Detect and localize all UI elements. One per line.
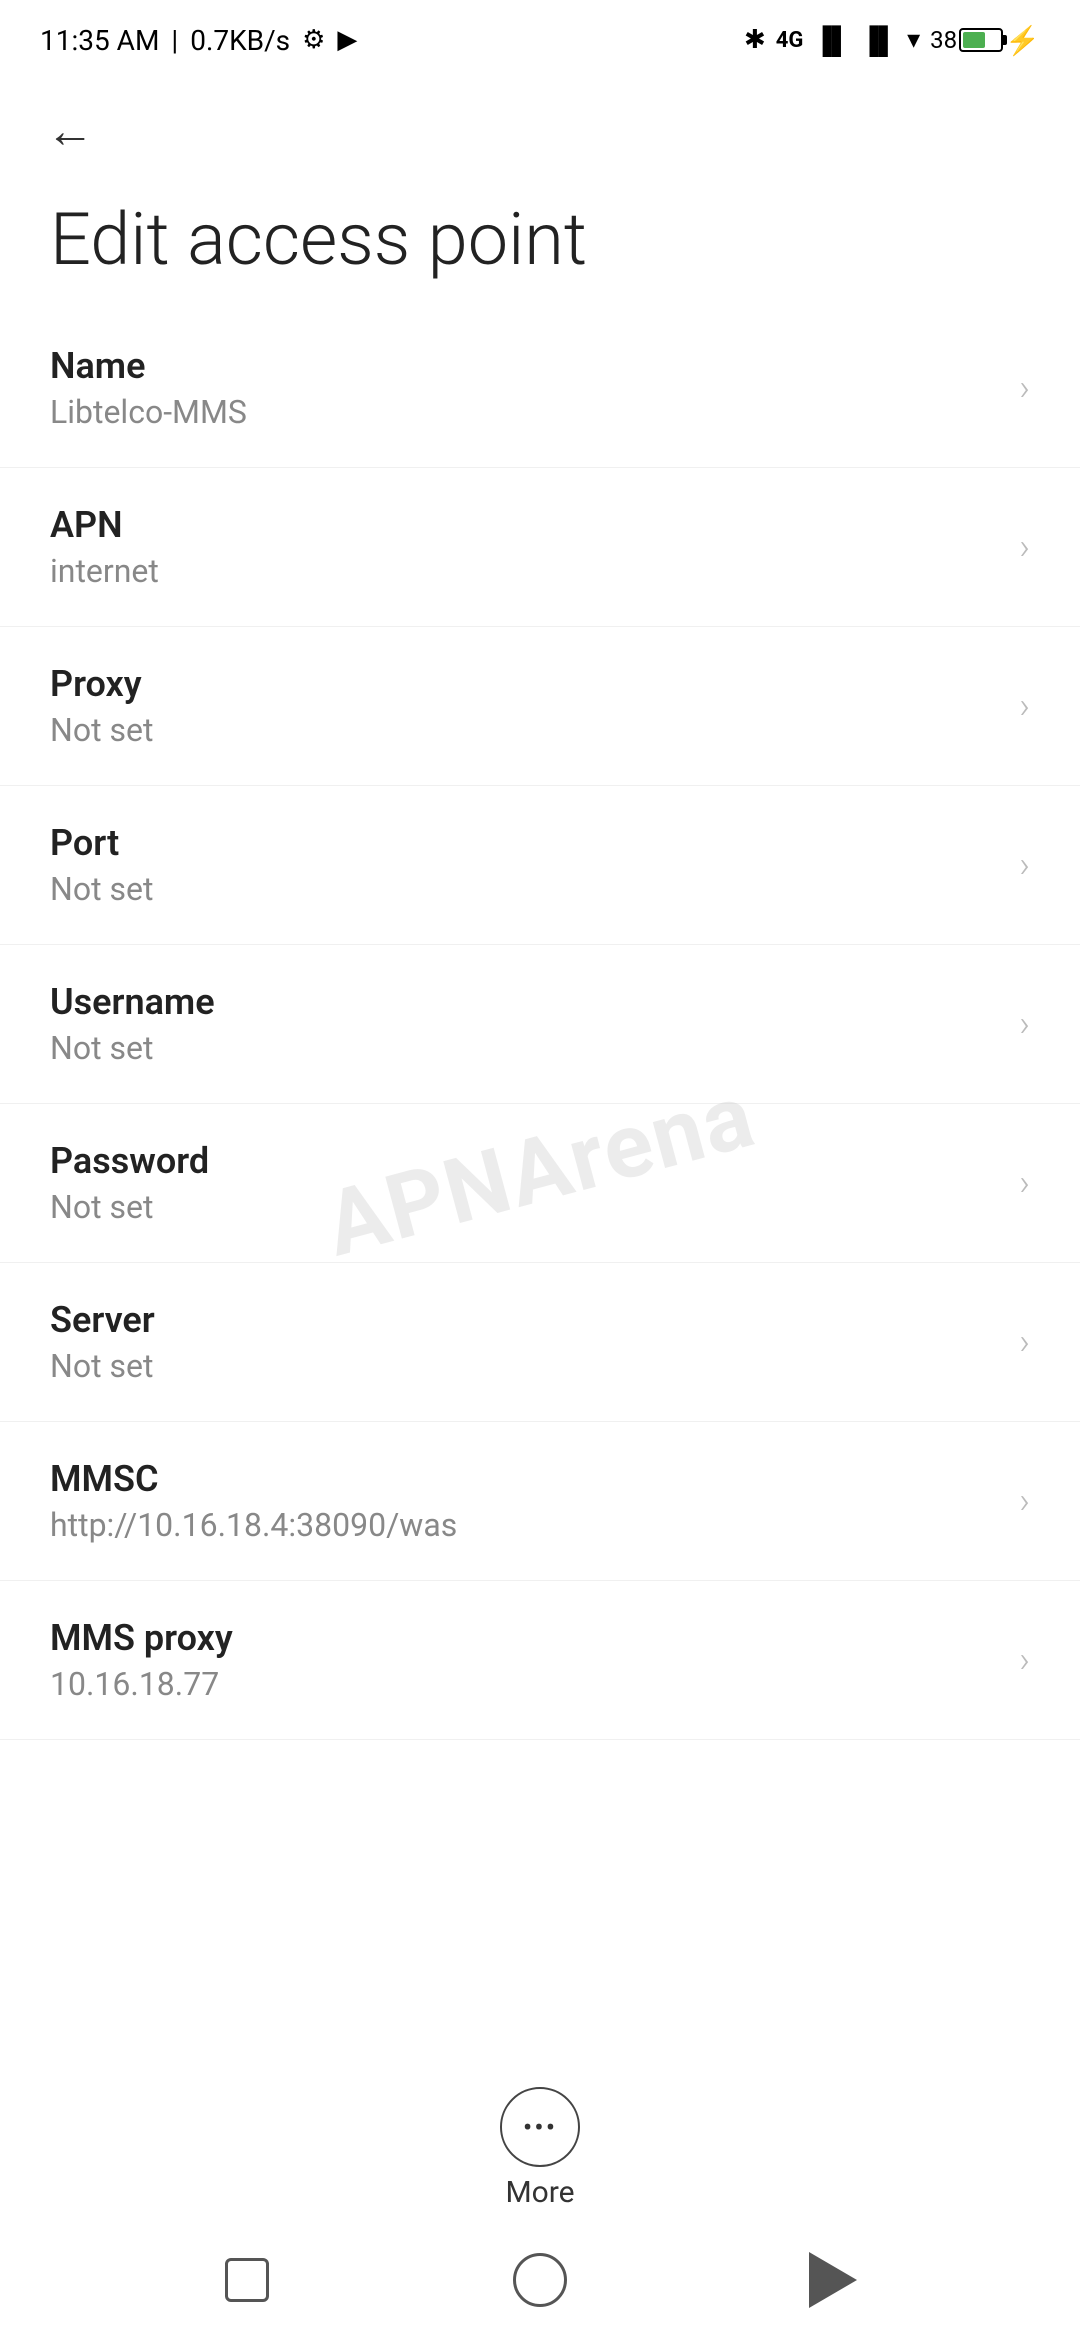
settings-item-value: Not set (50, 1029, 1019, 1067)
back-arrow-icon: ← (46, 102, 94, 159)
chevron-right-icon: › (1019, 844, 1030, 886)
nav-home-button[interactable] (500, 2240, 580, 2320)
settings-item-mmsc[interactable]: MMSC http://10.16.18.4:38090/was› (0, 1422, 1080, 1581)
settings-item-password[interactable]: Password Not set› (0, 1104, 1080, 1263)
settings-item-value: 10.16.18.77 (50, 1665, 1019, 1703)
settings-item-label: Proxy (50, 663, 1019, 705)
signal-4g-icon: 4G (776, 28, 804, 53)
nav-bar (0, 2220, 1080, 2340)
settings-item-label: Name (50, 345, 1019, 387)
settings-item-label: Password (50, 1140, 1019, 1182)
more-circle-icon: ••• (500, 2087, 580, 2167)
settings-item-port[interactable]: Port Not set› (0, 786, 1080, 945)
settings-item-content: APN internet (50, 504, 1019, 590)
status-left: 11:35 AM | 0.7KB/s ⚙ ▶ (40, 24, 357, 57)
settings-item-content: Name Libtelco-MMS (50, 345, 1019, 431)
chevron-right-icon: › (1019, 1162, 1030, 1204)
chevron-right-icon: › (1019, 367, 1030, 409)
chevron-right-icon: › (1019, 1639, 1030, 1681)
chevron-right-icon: › (1019, 1480, 1030, 1522)
settings-item-apn[interactable]: APN internet› (0, 468, 1080, 627)
settings-item-label: Server (50, 1299, 1019, 1341)
settings-item-content: Proxy Not set (50, 663, 1019, 749)
status-time: 11:35 AM (40, 24, 159, 57)
settings-item-content: Server Not set (50, 1299, 1019, 1385)
settings-item-content: MMSC http://10.16.18.4:38090/was (50, 1458, 1019, 1544)
back-icon (809, 2252, 857, 2308)
settings-item-content: MMS proxy 10.16.18.77 (50, 1617, 1019, 1703)
settings-item-value: Not set (50, 711, 1019, 749)
signal-bars-icon: ▐▌ (813, 25, 850, 56)
chevron-right-icon: › (1019, 685, 1030, 727)
settings-item-value: Not set (50, 1188, 1019, 1226)
settings-item-value: Not set (50, 870, 1019, 908)
settings-list: NameLibtelco-MMS›APNinternet›ProxyNot se… (0, 309, 1080, 1740)
settings-item-label: MMS proxy (50, 1617, 1019, 1659)
status-bar: 11:35 AM | 0.7KB/s ⚙ ▶ ✱ 4G ▐▌ ▐▌ ▾ 38 ⚡ (0, 0, 1080, 80)
settings-item-proxy[interactable]: Proxy Not set› (0, 627, 1080, 786)
chevron-right-icon: › (1019, 1321, 1030, 1363)
settings-item-label: APN (50, 504, 1019, 546)
status-speed: 0.7KB/s (190, 24, 290, 57)
nav-back-button[interactable] (793, 2240, 873, 2320)
status-separator: | (171, 24, 178, 57)
battery-percent: 38 (930, 26, 957, 54)
settings-item-name[interactable]: Name Libtelco-MMS› (0, 309, 1080, 468)
top-nav: ← (0, 80, 1080, 170)
settings-item-content: Port Not set (50, 822, 1019, 908)
back-button[interactable]: ← (40, 100, 100, 160)
more-button[interactable]: ••• More (0, 2087, 1080, 2210)
settings-item-label: Port (50, 822, 1019, 864)
settings-item-value: Libtelco-MMS (50, 393, 1019, 431)
page-title: Edit access point (0, 170, 1080, 309)
more-dots-icon: ••• (523, 2111, 557, 2144)
settings-item-value: http://10.16.18.4:38090/was (50, 1506, 1019, 1544)
charging-icon: ⚡ (1005, 24, 1040, 57)
settings-item-mms-proxy[interactable]: MMS proxy 10.16.18.77› (0, 1581, 1080, 1740)
settings-item-username[interactable]: Username Not set› (0, 945, 1080, 1104)
camera-icon: ▶ (337, 25, 357, 55)
status-right: ✱ 4G ▐▌ ▐▌ ▾ 38 ⚡ (744, 24, 1040, 57)
settings-item-server[interactable]: Server Not set› (0, 1263, 1080, 1422)
settings-item-label: Username (50, 981, 1019, 1023)
chevron-right-icon: › (1019, 1003, 1030, 1045)
more-label: More (505, 2175, 574, 2210)
battery-indicator: 38 ⚡ (930, 24, 1040, 57)
battery-icon (959, 28, 1003, 52)
recents-icon (225, 2258, 269, 2302)
home-icon (513, 2253, 567, 2307)
bluetooth-icon: ✱ (744, 25, 766, 55)
settings-icon: ⚙ (302, 25, 325, 55)
settings-item-value: internet (50, 552, 1019, 590)
signal-bars2-icon: ▐▌ (860, 25, 897, 56)
wifi-icon: ▾ (907, 25, 920, 55)
chevron-right-icon: › (1019, 526, 1030, 568)
settings-item-value: Not set (50, 1347, 1019, 1385)
nav-recents-button[interactable] (207, 2240, 287, 2320)
settings-item-content: Username Not set (50, 981, 1019, 1067)
settings-item-label: MMSC (50, 1458, 1019, 1500)
settings-item-content: Password Not set (50, 1140, 1019, 1226)
